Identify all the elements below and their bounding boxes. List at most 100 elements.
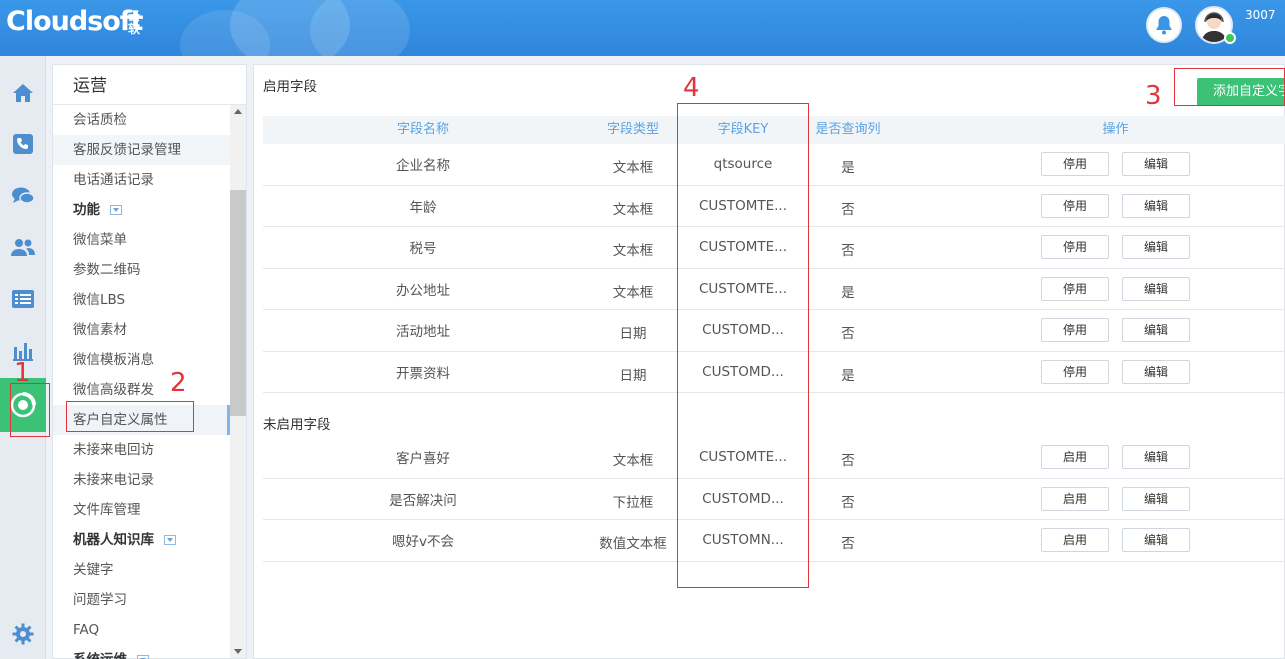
list-icon (12, 290, 34, 308)
disable-button[interactable]: 停用 (1041, 235, 1109, 259)
menu-item-label: 关键字 (73, 562, 114, 578)
rail-settings[interactable] (0, 609, 46, 659)
field-name-cell: 企业名称 (396, 158, 450, 174)
annotation-box-4 (677, 103, 809, 588)
rail-phone[interactable] (0, 119, 46, 169)
chevron-down-icon[interactable] (110, 205, 122, 215)
menu-item[interactable]: 微信模板消息 (53, 345, 230, 375)
menu-item[interactable]: 会话质检 (53, 105, 230, 135)
notification-button[interactable] (1146, 7, 1182, 43)
menu-scrollbar[interactable] (230, 105, 246, 658)
edit-button[interactable]: 编辑 (1122, 359, 1190, 384)
menu-item[interactable]: 未接来电回访 (53, 435, 230, 465)
logo-subtitle: 云软 (128, 9, 141, 36)
chevron-down-icon[interactable] (164, 535, 176, 545)
annotation-box-1 (10, 383, 50, 437)
edit-button[interactable]: 编辑 (1122, 445, 1190, 469)
menu-item-label: 客服反馈记录管理 (73, 142, 181, 158)
menu-item[interactable]: 客服反馈记录管理 (53, 135, 230, 165)
field-query-cell: 是 (841, 284, 855, 301)
menu-item-label: 系统运维 (73, 652, 127, 659)
menu-group-header[interactable]: 机器人知识库 (53, 525, 230, 555)
menu-item[interactable]: 微信LBS (53, 285, 230, 315)
field-name-cell: 办公地址 (396, 282, 450, 299)
rail-chat[interactable] (0, 171, 46, 221)
online-status-dot (1224, 32, 1236, 44)
field-name-cell: 年龄 (409, 199, 437, 216)
edit-button[interactable]: 编辑 (1122, 235, 1190, 259)
column-header-name: 字段名称 (396, 122, 449, 137)
disable-button[interactable]: 停用 (1041, 152, 1109, 176)
edit-button[interactable]: 编辑 (1122, 318, 1190, 342)
disable-button[interactable]: 停用 (1041, 193, 1109, 218)
menu-scroll-thumb[interactable] (230, 190, 246, 416)
field-type-cell: 日期 (619, 367, 647, 384)
field-name-cell: 活动地址 (396, 324, 450, 340)
rail-users[interactable] (0, 222, 46, 272)
edit-button[interactable]: 编辑 (1122, 486, 1190, 511)
field-type-cell: 下拉框 (612, 494, 654, 511)
menu-item[interactable]: 文件库管理 (53, 495, 230, 525)
field-type-cell: 数值文本框 (599, 536, 667, 552)
disable-button[interactable]: 停用 (1041, 318, 1109, 342)
enable-button[interactable]: 启用 (1041, 528, 1109, 552)
menu-item-label: 微信素材 (73, 322, 127, 338)
menu-item[interactable]: FAQ (53, 615, 230, 645)
menu-item-label: 电话通话记录 (73, 172, 154, 188)
field-type-cell: 文本框 (612, 160, 654, 176)
users-icon (11, 239, 35, 256)
field-type-cell: 文本框 (612, 243, 654, 259)
scroll-down-icon[interactable] (234, 649, 242, 654)
chat-icon (12, 187, 35, 204)
enable-button[interactable]: 启用 (1041, 445, 1109, 469)
menu-item[interactable]: 关键字 (53, 555, 230, 585)
menu-item[interactable]: 微信菜单 (53, 225, 230, 255)
field-type-cell: 文本框 (612, 201, 654, 218)
menu-item-label: 参数二维码 (73, 262, 141, 278)
menu-item-label: FAQ (73, 622, 100, 638)
edit-button[interactable]: 编辑 (1122, 152, 1190, 176)
enabled-section-title: 启用字段 (263, 79, 317, 95)
annotation-number-2: 2 (170, 368, 187, 398)
enable-button[interactable]: 启用 (1041, 486, 1109, 511)
column-header-query: 是否查询列 (815, 122, 881, 137)
annotation-box-2 (66, 401, 194, 432)
field-query-cell: 否 (841, 453, 855, 469)
annotation-box-3 (1174, 68, 1285, 106)
user-id: 3007 (1245, 8, 1276, 22)
field-query-cell: 否 (841, 536, 855, 552)
menu-item-label: 微信菜单 (73, 232, 127, 248)
bell-icon (1156, 16, 1172, 35)
menu-group-header[interactable]: 功能 (53, 195, 230, 225)
field-type-cell: 文本框 (612, 453, 654, 469)
logo[interactable]: Cloudsoft (6, 6, 143, 37)
rail-home[interactable] (0, 68, 46, 118)
field-query-cell: 是 (841, 367, 855, 384)
column-header-type: 字段类型 (606, 122, 659, 137)
menu-item[interactable]: 电话通话记录 (53, 165, 230, 195)
menu-item[interactable]: 微信素材 (53, 315, 230, 345)
rail-list[interactable] (0, 274, 46, 324)
menu-item-label: 机器人知识库 (73, 532, 154, 548)
column-header-actions: 操作 (1102, 122, 1129, 137)
chevron-down-icon[interactable] (137, 655, 149, 659)
annotation-number-3: 3 (1145, 81, 1162, 111)
menu-item-label: 未接来电记录 (73, 472, 154, 488)
scroll-up-icon[interactable] (234, 109, 242, 114)
edit-button[interactable]: 编辑 (1122, 193, 1190, 218)
edit-button[interactable]: 编辑 (1122, 276, 1190, 301)
secondary-menu: 运营 会话质检 客服反馈记录管理 电话通话记录 功能 微信菜单 参数二维码 微信LBS 微信素… (52, 64, 247, 659)
edit-button[interactable]: 编辑 (1122, 528, 1190, 552)
menu-item-label: 文件库管理 (73, 502, 141, 518)
field-query-cell: 是 (841, 160, 855, 176)
disable-button[interactable]: 停用 (1041, 276, 1109, 301)
menu-item[interactable]: 参数二维码 (53, 255, 230, 285)
field-name-cell: 客户喜好 (396, 451, 450, 467)
field-query-cell: 否 (841, 494, 855, 511)
home-icon (13, 84, 33, 102)
menu-group-header[interactable]: 系统运维 (53, 645, 230, 659)
disable-button[interactable]: 停用 (1041, 359, 1109, 384)
menu-item[interactable]: 未接来电记录 (53, 465, 230, 495)
field-type-cell: 文本框 (612, 284, 654, 301)
menu-item[interactable]: 问题学习 (53, 585, 230, 615)
